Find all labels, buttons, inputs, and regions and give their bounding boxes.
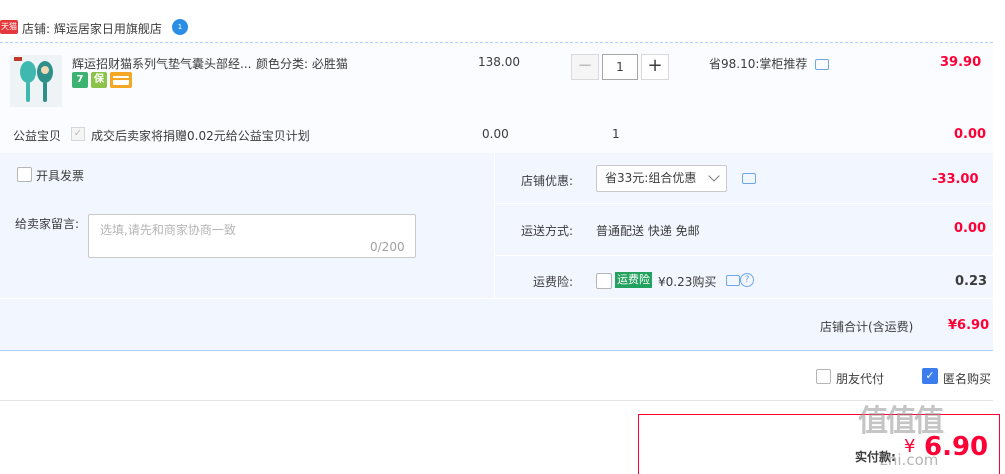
chevron-down-icon bbox=[708, 170, 720, 182]
shop-total-amount: ¥6.90 bbox=[948, 318, 990, 333]
invoice-label[interactable]: 开具发票 bbox=[36, 167, 84, 184]
charity-label: 公益宝贝 bbox=[13, 129, 62, 143]
saving-text: 省98.10:掌柜推荐 bbox=[709, 57, 808, 71]
charity-quantity: 1 bbox=[612, 127, 620, 141]
seven-day-return-icon[interactable]: 7 bbox=[72, 72, 88, 88]
quantity-input[interactable]: 1 bbox=[602, 54, 638, 80]
panel-divider bbox=[495, 203, 993, 204]
friend-pay-checkbox[interactable] bbox=[816, 369, 831, 384]
panel-divider bbox=[495, 255, 993, 256]
panel-divider bbox=[0, 298, 993, 299]
insurance-price: ¥0.23购买 bbox=[658, 275, 717, 289]
message-icon[interactable] bbox=[815, 59, 830, 70]
insurance-badge: 运费险 bbox=[615, 272, 652, 288]
chat-icon[interactable]: 1 bbox=[172, 19, 188, 35]
shop-name-link[interactable]: 店铺: 辉运居家日用旗舰店 bbox=[22, 20, 162, 37]
increase-quantity-button[interactable]: + bbox=[641, 54, 669, 80]
shipping-method: 普通配送 快递 免邮 bbox=[596, 224, 700, 238]
watermark-url: zhi.com bbox=[880, 451, 939, 469]
promo-label: 店铺优惠: bbox=[520, 174, 573, 188]
credit-card-icon[interactable] bbox=[110, 72, 132, 88]
anonymous-checkbox[interactable]: ✓ bbox=[922, 368, 938, 384]
memo-placeholder: 选填,请先和商家协商一致 bbox=[100, 223, 236, 237]
message-icon[interactable] bbox=[742, 173, 756, 184]
insurance-amount: 0.23 bbox=[955, 274, 988, 289]
memo-char-count: 0/200 bbox=[370, 240, 405, 254]
unit-price: 138.00 bbox=[478, 55, 520, 69]
item-sku: 颜色分类: 必胜猫 bbox=[256, 57, 348, 71]
item-subtotal: 39.90 bbox=[940, 55, 982, 70]
tmall-badge: 天猫 bbox=[0, 20, 18, 34]
charity-description: 成交后卖家将捐赠0.02元给公益宝贝计划 bbox=[91, 129, 310, 143]
charity-checkbox: ✓ bbox=[71, 127, 85, 141]
product-thumbnail[interactable] bbox=[10, 55, 62, 107]
promo-select[interactable]: 省33元:组合优惠 bbox=[596, 165, 727, 192]
help-icon[interactable]: ? bbox=[740, 273, 754, 287]
charity-price: 0.00 bbox=[482, 127, 509, 141]
divider bbox=[0, 400, 993, 401]
shop-total-label: 店铺合计(含运费) bbox=[820, 320, 914, 334]
insurance-label: 运费险: bbox=[532, 275, 573, 289]
promo-value: 省33元:组合优惠 bbox=[605, 171, 697, 185]
item-saving: 省98.10:掌柜推荐 bbox=[709, 55, 830, 72]
memo-label: 给卖家留言: bbox=[15, 217, 80, 231]
friend-pay-label[interactable]: 朋友代付 bbox=[836, 370, 884, 387]
insurance-checkbox[interactable] bbox=[596, 273, 612, 289]
promo-amount: -33.00 bbox=[932, 172, 979, 187]
invoice-checkbox[interactable] bbox=[17, 167, 32, 182]
service-icons: 7 保 bbox=[72, 72, 132, 88]
shipping-amount: 0.00 bbox=[954, 221, 987, 236]
message-icon[interactable] bbox=[726, 275, 740, 286]
item-title-link[interactable]: 辉运招财猫系列气垫气囊头部经... bbox=[72, 55, 251, 72]
quantity-stepper: − 1 + bbox=[571, 54, 669, 80]
charity-subtotal: 0.00 bbox=[954, 127, 987, 142]
shipping-label: 运送方式: bbox=[520, 224, 573, 238]
decrease-quantity-button[interactable]: − bbox=[571, 54, 599, 80]
anonymous-label[interactable]: 匿名购买 bbox=[943, 370, 991, 387]
guarantee-icon[interactable]: 保 bbox=[91, 72, 107, 88]
